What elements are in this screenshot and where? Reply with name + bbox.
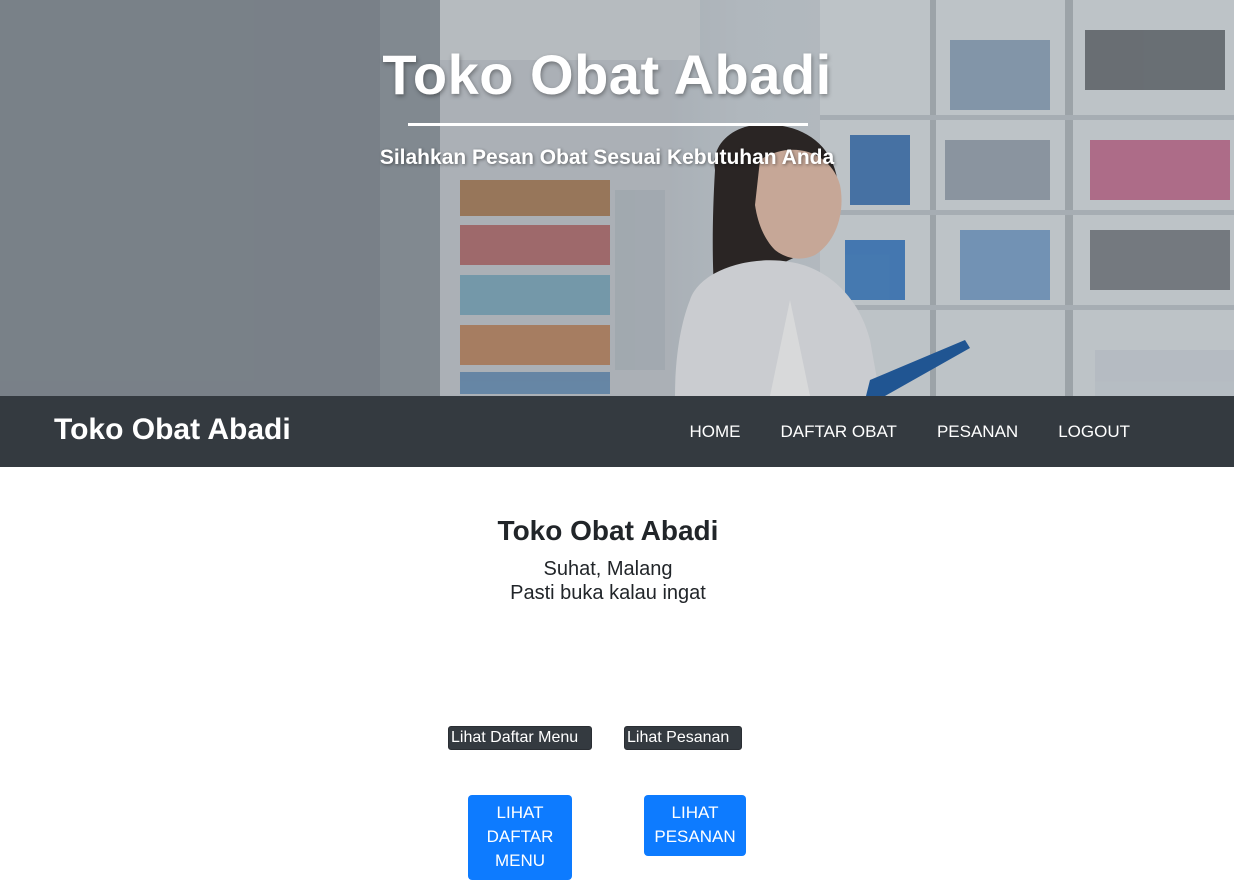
daftar-menu-image[interactable]: Lihat Daftar Menu bbox=[448, 726, 592, 750]
daftar-menu-image-alt: Lihat Daftar Menu bbox=[451, 729, 579, 746]
nav-link-logout[interactable]: LOGOUT bbox=[1058, 422, 1130, 442]
hero-banner: Toko Obat Abadi Silahkan Pesan Obat Sesu… bbox=[0, 0, 1234, 396]
store-address: Suhat, Malang bbox=[543, 558, 673, 580]
nav-link-home[interactable]: HOME bbox=[689, 422, 740, 442]
pesanan-image-alt: Lihat Pesanan bbox=[627, 729, 730, 746]
button-label-line: MENU bbox=[494, 851, 546, 870]
lihat-daftar-menu-button[interactable]: LIHAT DAFTAR MENU bbox=[468, 795, 572, 880]
hero-divider bbox=[408, 123, 808, 126]
navbar: Toko Obat Abadi HOME DAFTAR OBAT PESANAN… bbox=[0, 396, 1234, 467]
navbar-brand[interactable]: Toko Obat Abadi bbox=[54, 413, 291, 447]
nav-link-daftar-obat[interactable]: DAFTAR OBAT bbox=[780, 422, 897, 442]
lihat-pesanan-button[interactable]: LIHAT PESANAN bbox=[644, 795, 746, 856]
button-label-line: DAFTAR bbox=[486, 827, 554, 846]
store-title: Toko Obat Abadi bbox=[497, 515, 719, 546]
store-tagline: Pasti buka kalau ingat bbox=[510, 582, 706, 604]
pesanan-image[interactable]: Lihat Pesanan bbox=[624, 726, 742, 750]
nav-links: HOME DAFTAR OBAT PESANAN LOGOUT bbox=[649, 396, 1130, 467]
hero-title: Toko Obat Abadi bbox=[382, 43, 832, 106]
button-label-line: LIHAT bbox=[496, 803, 544, 822]
nav-link-pesanan[interactable]: PESANAN bbox=[937, 422, 1018, 442]
button-label-line: PESANAN bbox=[654, 827, 736, 846]
button-label-line: LIHAT bbox=[671, 803, 719, 822]
hero-subtitle: Silahkan Pesan Obat Sesuai Kebutuhan And… bbox=[379, 146, 835, 169]
